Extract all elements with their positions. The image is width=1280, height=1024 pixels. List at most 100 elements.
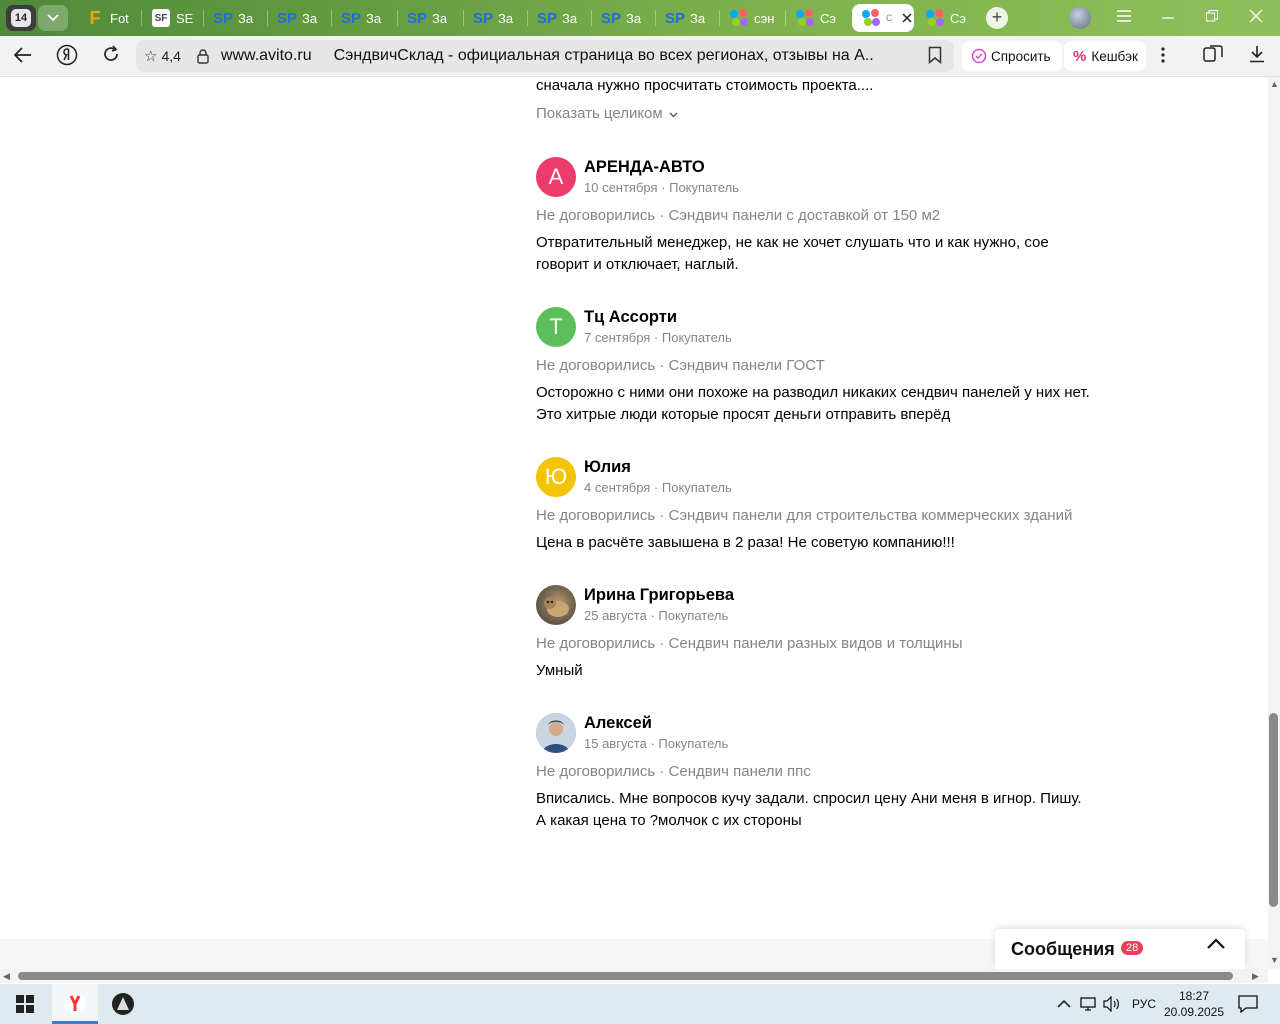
browser-tab[interactable]: Сэ [916, 4, 978, 32]
review-deal-status: Не договорились · Сэндвич панели с доста… [536, 207, 941, 224]
scroll-left-arrow-icon[interactable]: ◀ [3, 971, 10, 982]
download-icon[interactable] [1244, 44, 1270, 70]
chevron-down-icon [47, 14, 59, 22]
chevron-up-icon[interactable] [1207, 937, 1225, 955]
browser-tab[interactable]: сэн [720, 4, 786, 32]
show-all-link[interactable]: Показать целиком [536, 105, 678, 122]
cashback-label: Кешбэк [1091, 48, 1138, 64]
tab-count: 14 [11, 9, 31, 27]
browser-tab[interactable]: Сэ [786, 4, 848, 32]
browser-tab[interactable]: SP За [464, 4, 528, 32]
volume-icon[interactable] [1103, 984, 1121, 1024]
horizontal-scroll-thumb[interactable] [18, 972, 1233, 980]
address-bar[interactable]: ☆ 4,4 www.avito.ru СэндвичСклад - официа… [136, 40, 954, 72]
browser-tab[interactable]: F Fot [76, 4, 142, 32]
avatar[interactable]: Т [536, 307, 576, 347]
yandex-logo-icon[interactable] [54, 44, 80, 70]
yandex-browser-taskbar-icon[interactable] [52, 984, 98, 1024]
tab-favicon-icon: SP [601, 9, 622, 27]
windows-start-icon[interactable] [2, 984, 48, 1024]
reviewer-name[interactable]: Ирина Григорьева [584, 586, 734, 605]
review-item: Алексей 15 августа · Покупатель Не догов… [536, 713, 1096, 843]
avatar[interactable]: Ю [536, 457, 576, 497]
tray-chevron-up-icon[interactable] [1057, 984, 1071, 1024]
vertical-scroll-thumb[interactable] [1269, 713, 1278, 907]
tab-favicon-icon: SP [407, 9, 428, 27]
url-domain: www.avito.ru [220, 47, 312, 64]
avatar-photo[interactable] [536, 713, 576, 753]
review-text: Умный [536, 662, 583, 679]
back-arrow-icon[interactable] [10, 44, 36, 70]
review-deal-status: Не договорились · Сэндвич панели для стр… [536, 507, 1073, 524]
browser-tab[interactable]: SF SE [142, 4, 204, 32]
menu-hamburger-icon[interactable] [1112, 6, 1136, 30]
reviewer-name[interactable]: Алексей [584, 714, 652, 733]
cashback-button[interactable]: % Кешбэк [1064, 41, 1146, 71]
app-taskbar-icon[interactable] [100, 984, 146, 1024]
browser-tab[interactable]: SP За [528, 4, 592, 32]
avatar-initial: Т [549, 314, 563, 339]
tab-label: За [498, 10, 514, 26]
tab-favicon-icon: SP [277, 9, 298, 27]
scroll-right-arrow-icon[interactable]: ▶ [1252, 971, 1259, 982]
reviewer-name[interactable]: Юлия [584, 458, 631, 477]
collections-icon[interactable] [1200, 44, 1226, 70]
more-menu-icon[interactable] [1150, 44, 1176, 70]
lock-icon[interactable] [197, 49, 209, 64]
tab-label: За [302, 10, 318, 26]
scroll-down-arrow-icon[interactable]: ▼ [1270, 955, 1279, 965]
reload-icon[interactable] [98, 44, 124, 70]
avatar-initial: А [548, 164, 564, 189]
browser-tab[interactable]: SP За [398, 4, 464, 32]
language-label: РУС [1132, 997, 1157, 1011]
vertical-scrollbar[interactable]: ▲ ▼ [1268, 77, 1280, 969]
network-icon[interactable] [1080, 984, 1098, 1024]
avatar-photo[interactable] [536, 585, 576, 625]
tab-favicon-icon: F [89, 7, 101, 28]
taskbar-clock[interactable]: 18:27 20.09.2025 [1162, 988, 1226, 1020]
tab-label: За [238, 10, 254, 26]
previous-review-text: сначала нужно просчитать стоимость проек… [536, 77, 874, 94]
ai-sparkle-icon [971, 48, 987, 64]
new-tab-plus-icon[interactable]: + [986, 7, 1008, 29]
review-deal-status: Не договорились · Сэндвич панели ГОСТ [536, 357, 825, 374]
tab-label: С [886, 13, 893, 23]
tab-favicon-icon: SP [341, 9, 362, 27]
tab-label: Сэ [820, 10, 837, 26]
minimize-icon[interactable] [1156, 6, 1180, 30]
messages-widget[interactable]: Сообщения 28 [995, 929, 1245, 969]
browser-tab[interactable]: SP За [656, 4, 720, 32]
browser-tab[interactable]: SP За [592, 4, 656, 32]
reviewer-name[interactable]: Тц Ассорти [584, 308, 677, 327]
tab-count-button[interactable]: 14 [6, 5, 36, 31]
browser-tab[interactable]: SP За [268, 4, 332, 32]
review-item: Т Тц Ассорти 7 сентября · Покупатель Не … [536, 307, 1096, 437]
restore-icon[interactable] [1200, 6, 1224, 30]
review-deal-status: Не договорились · Сендвич панели разных … [536, 635, 963, 652]
browser-tab[interactable]: SP За [332, 4, 398, 32]
browser-tab-active[interactable]: С [852, 4, 914, 32]
tab-label: За [626, 10, 642, 26]
scroll-up-arrow-icon[interactable]: ▲ [1270, 79, 1279, 89]
site-rating[interactable]: ☆ 4,4 [144, 47, 181, 65]
review-meta: 7 сентября · Покупатель [584, 330, 732, 345]
profile-avatar[interactable] [1069, 7, 1091, 29]
avito-favicon-icon [926, 9, 944, 27]
page-content: сначала нужно просчитать стоимость проек… [0, 77, 1268, 939]
star-icon: ☆ [144, 48, 158, 65]
tab-favicon-icon: SF [152, 9, 170, 27]
close-tab-icon[interactable] [902, 11, 912, 26]
notifications-icon[interactable] [1238, 984, 1258, 1024]
horizontal-scrollbar[interactable]: ◀ ▶ [0, 969, 1268, 983]
reviewer-name[interactable]: АРЕНДА-АВТО [584, 158, 705, 177]
tab-list-dropdown[interactable] [38, 5, 68, 31]
avatar[interactable]: А [536, 157, 576, 197]
close-window-icon[interactable] [1244, 6, 1268, 30]
bookmark-icon[interactable] [928, 46, 942, 69]
tab-label: За [562, 10, 578, 26]
clock-date: 20.09.2025 [1163, 1005, 1225, 1019]
input-language-indicator[interactable]: РУС [1132, 984, 1156, 1024]
ask-ai-button[interactable]: Спросить [962, 41, 1062, 71]
browser-tab[interactable]: SP За [204, 4, 268, 32]
tab-label: SE [176, 10, 194, 26]
